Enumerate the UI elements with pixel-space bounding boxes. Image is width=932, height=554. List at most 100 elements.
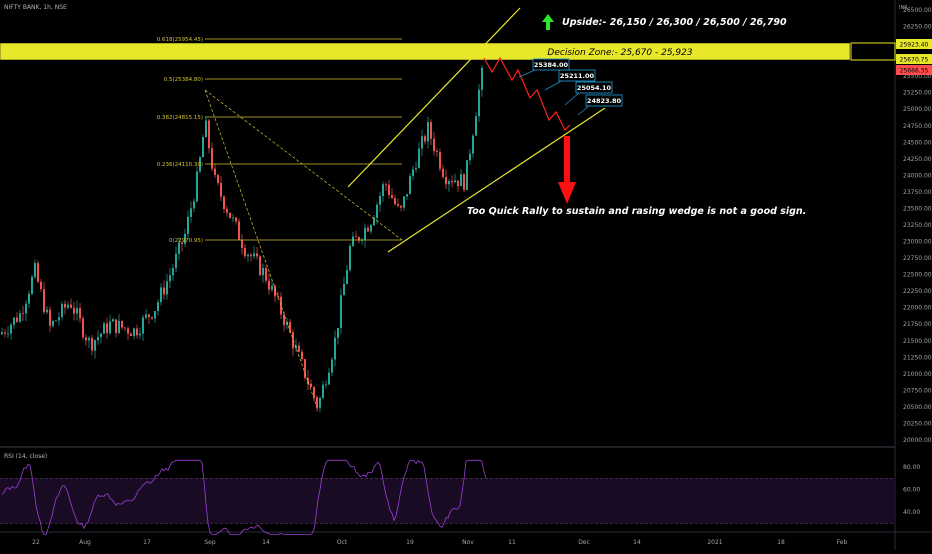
candle-body: [445, 176, 447, 185]
candle-body: [280, 296, 282, 315]
target-label: 25211.00: [560, 72, 595, 80]
candle-body: [136, 328, 138, 336]
candle-body: [352, 236, 354, 246]
price-axis-tick: 22750.00: [903, 255, 932, 262]
rsi-axis-tick: 40.00: [903, 509, 920, 516]
candle-body: [211, 148, 213, 169]
price-axis-tick: 20500.00: [903, 404, 932, 411]
price-axis-tick: 23500.00: [903, 205, 932, 212]
time-axis-label: Dec: [578, 539, 590, 546]
candle-body: [85, 337, 87, 341]
candle-body: [115, 319, 117, 334]
candle-body: [283, 314, 285, 326]
candle-body: [313, 386, 315, 398]
candle-body: [310, 383, 312, 387]
symbol-title: NIFTY BANK, 1h, NSE: [4, 4, 67, 11]
candle-body: [232, 217, 234, 219]
candle-body: [31, 276, 33, 294]
candle-body: [301, 351, 303, 360]
candle-body: [442, 168, 444, 177]
candle-body: [346, 269, 348, 284]
candle-body: [73, 307, 75, 314]
candle-body: [196, 171, 198, 202]
candle-body: [187, 216, 189, 234]
price-axis-tick: 21000.00: [903, 371, 932, 378]
fib-trend-line: [204, 89, 403, 241]
candle-body: [481, 67, 483, 90]
candle-body: [106, 323, 108, 334]
chart-canvas[interactable]: 26500.0026250.0026000.0025750.0025500.00…: [0, 0, 932, 550]
candle-body: [157, 302, 159, 312]
price-axis-tick: 22000.00: [903, 305, 932, 312]
candle-body: [76, 308, 78, 314]
candle-body: [205, 120, 207, 138]
candle-body: [64, 303, 66, 308]
candle-body: [268, 280, 270, 290]
candle-body: [202, 137, 204, 158]
candle-body: [151, 317, 153, 319]
candle-body: [172, 268, 174, 276]
candle-body: [403, 196, 405, 208]
candle-body: [439, 152, 441, 169]
candle-body: [397, 204, 399, 206]
candle-body: [55, 320, 57, 322]
candle-body: [253, 253, 255, 257]
price-axis-tick: 25000.00: [903, 106, 932, 113]
candle-body: [13, 317, 15, 325]
candle-body: [91, 337, 93, 351]
candle-body: [58, 317, 60, 321]
candle-body: [427, 122, 429, 142]
candle-body: [241, 239, 243, 248]
candle-body: [355, 236, 357, 238]
candle-body: [325, 384, 327, 386]
candle-body: [229, 212, 231, 218]
candle-body: [394, 198, 396, 205]
candle-body: [133, 328, 135, 337]
candle-body: [193, 201, 195, 209]
candle-body: [19, 313, 21, 322]
candle-body: [169, 275, 171, 282]
price-axis-tick: 22250.00: [903, 288, 932, 295]
candle-body: [103, 323, 105, 334]
time-axis-label: 14: [633, 539, 641, 546]
candle-body: [94, 340, 96, 351]
candle-body: [118, 320, 120, 334]
chart-root[interactable]: 26500.0026250.0026000.0025750.0025500.00…: [0, 0, 932, 550]
candle-body: [208, 120, 210, 149]
candle-body: [175, 253, 177, 269]
candle-body: [340, 295, 342, 328]
price-axis-tick: 26250.00: [903, 24, 932, 31]
candle-body: [430, 122, 432, 139]
candle-body: [436, 151, 438, 153]
candle-body: [259, 256, 261, 276]
target-label: 25054.10: [577, 84, 612, 92]
candle-body: [367, 227, 369, 232]
candle-body: [343, 283, 345, 296]
candle-body: [121, 320, 123, 328]
upside-arrow-icon: [542, 14, 554, 30]
candle-body: [265, 268, 267, 281]
rsi-title: RSI (14, close): [4, 453, 47, 460]
candle-body: [331, 359, 333, 373]
candle-body: [400, 205, 402, 208]
candle-body: [166, 281, 168, 295]
time-axis-label: Oct: [337, 539, 348, 546]
candle-body: [415, 167, 417, 170]
candle-body: [235, 217, 237, 222]
candle-body: [4, 332, 6, 334]
candle-body: [163, 287, 165, 295]
candle-body: [334, 337, 336, 360]
fib-level-label: 0.618(25954.45): [157, 37, 203, 43]
candle-body: [10, 324, 12, 334]
wedge-upper-line: [347, 7, 521, 188]
candle-body: [109, 321, 111, 334]
candle-body: [25, 303, 27, 314]
candle-body: [88, 337, 90, 341]
candle-body: [463, 174, 465, 190]
candle-body: [262, 268, 264, 276]
price-axis-tick: 22500.00: [903, 272, 932, 279]
wedge-note: Too Quick Rally to sustain and rasing we…: [467, 206, 806, 217]
candle-body: [406, 194, 408, 197]
candle-body: [298, 345, 300, 352]
candle-body: [148, 314, 150, 318]
